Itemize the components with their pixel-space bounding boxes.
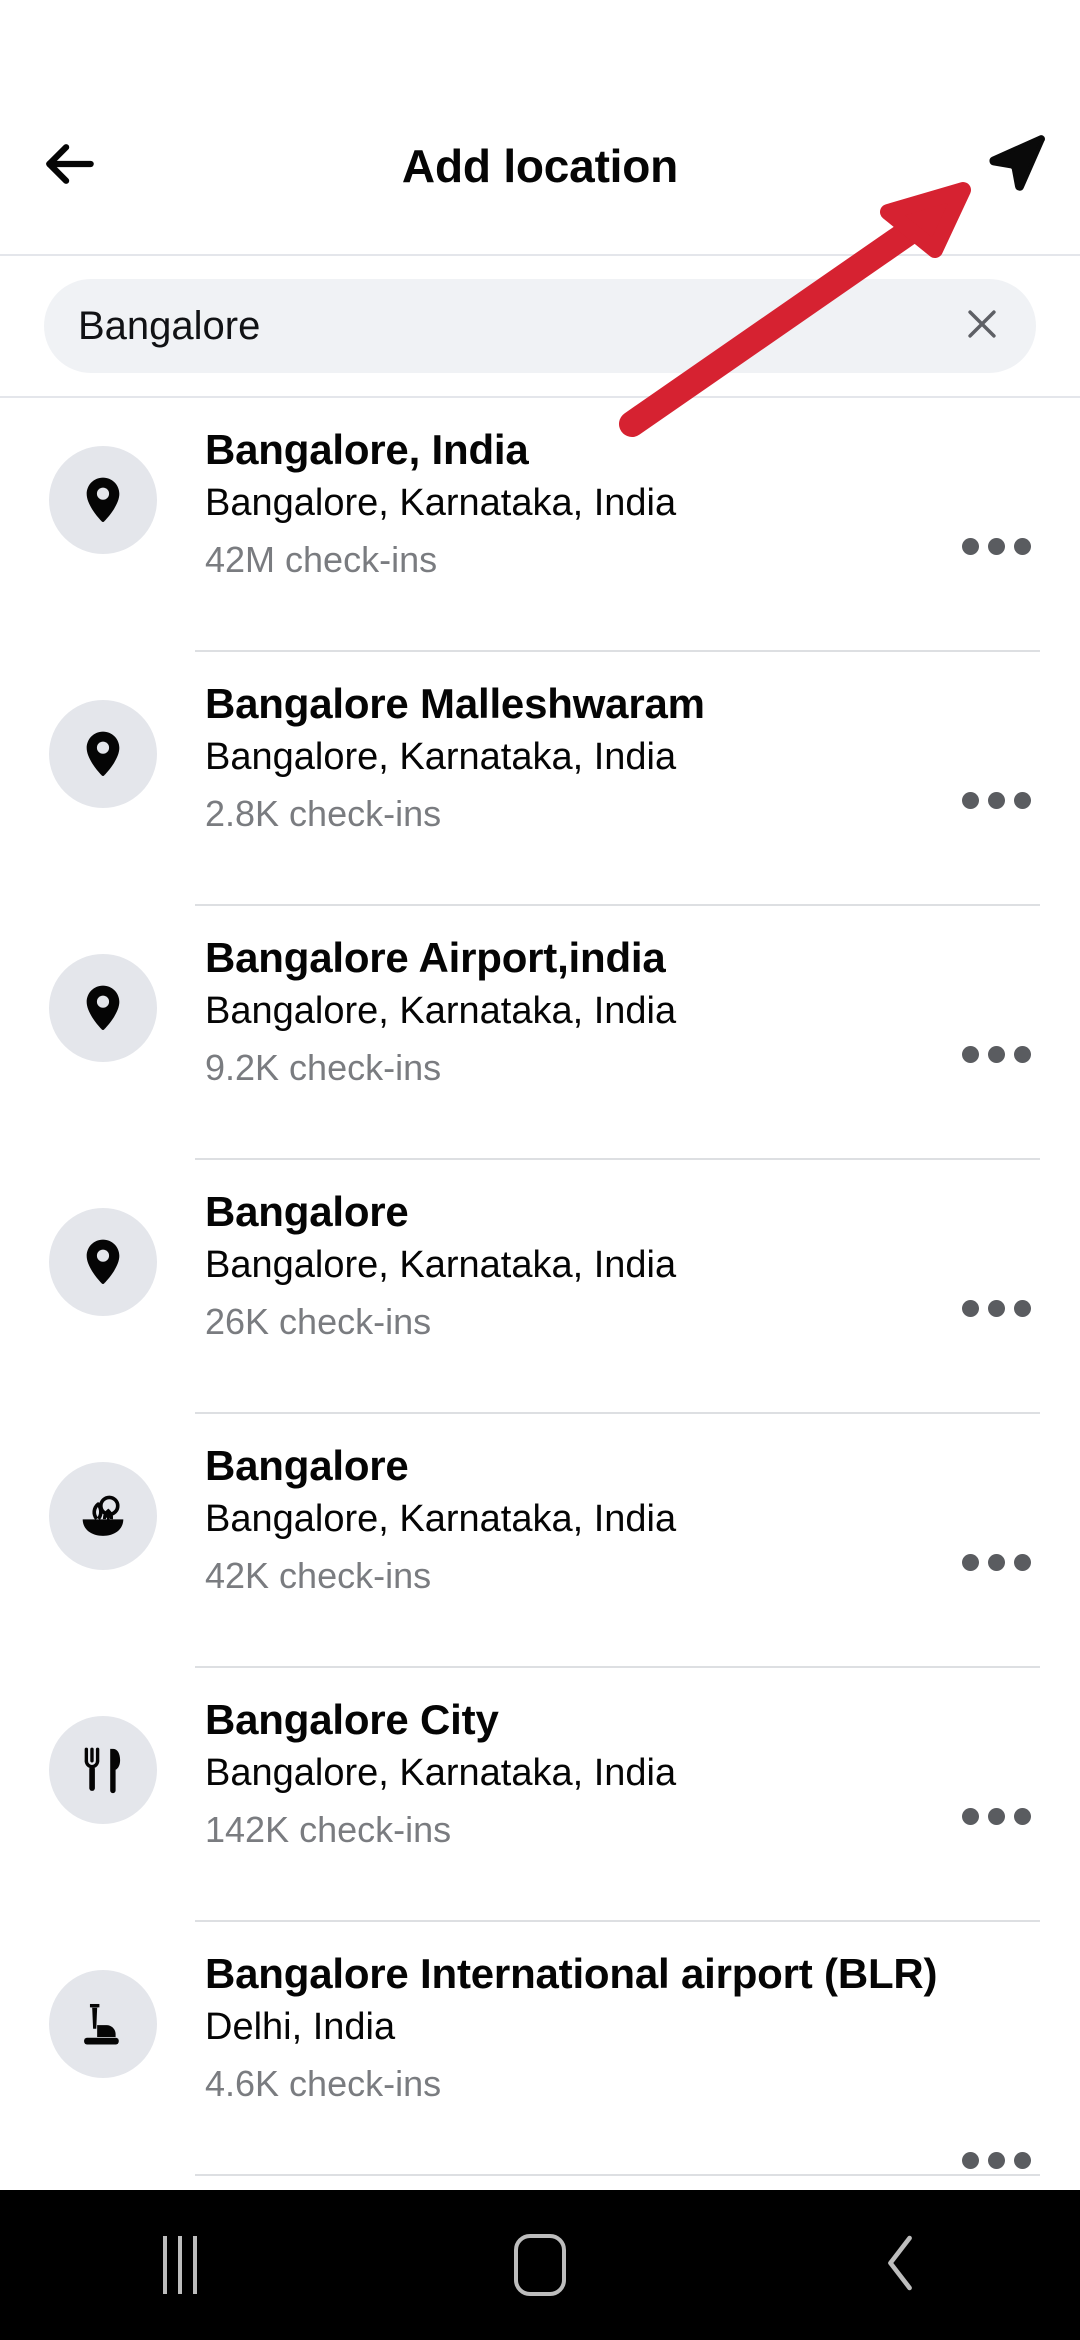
more-options-icon xyxy=(1013,1553,1031,1571)
result-name: Bangalore xyxy=(205,1188,409,1235)
result-address: Bangalore, Karnataka, India xyxy=(205,1752,677,1795)
result-name: Bangalore City xyxy=(205,1696,499,1743)
more-options-icon xyxy=(987,791,1005,809)
result-name: Bangalore xyxy=(205,1442,409,1489)
location-pin-icon xyxy=(48,700,157,808)
result-icon-container xyxy=(0,678,205,808)
fork-knife-icon xyxy=(48,1716,157,1824)
more-options-button[interactable] xyxy=(954,1786,1038,1846)
result-address: Bangalore, Karnataka, India xyxy=(205,736,677,779)
result-name: Bangalore, India xyxy=(205,426,529,473)
more-options-icon xyxy=(961,1553,979,1571)
system-back-button[interactable] xyxy=(810,2210,990,2320)
list-item[interactable]: Bangalore Bangalore, Karnataka, India 26… xyxy=(0,1160,1080,1414)
more-options-icon xyxy=(1013,1807,1031,1825)
page-title: Add location xyxy=(401,140,679,192)
result-name: Bangalore International airport (BLR) xyxy=(205,1950,938,1997)
android-navigation-bar xyxy=(0,2190,1080,2340)
location-pin-icon xyxy=(48,446,157,554)
result-icon-container xyxy=(0,424,205,554)
recents-icon xyxy=(163,2236,197,2294)
list-item[interactable]: Bangalore Malleshwaram Bangalore, Karnat… xyxy=(0,652,1080,906)
list-item[interactable]: Bangalore Airport,india Bangalore, Karna… xyxy=(0,906,1080,1160)
list-item[interactable]: Bangalore, India Bangalore, Karnataka, I… xyxy=(0,398,1080,652)
result-icon-container xyxy=(0,932,205,1062)
use-current-location-button[interactable] xyxy=(974,123,1060,209)
more-options-button[interactable] xyxy=(954,1532,1038,1592)
more-options-icon xyxy=(1013,537,1031,555)
back-button[interactable] xyxy=(28,124,112,208)
result-checkins: 4.6K check-ins xyxy=(205,2062,442,2104)
search-input[interactable]: Bangalore xyxy=(44,279,1036,373)
list-item[interactable]: Bangalore Bangalore, Karnataka, India 42… xyxy=(0,1414,1080,1668)
search-bar-container: Bangalore xyxy=(0,256,1080,398)
home-button[interactable] xyxy=(450,2210,630,2320)
home-icon xyxy=(514,2234,566,2296)
result-address: Delhi, India xyxy=(205,2006,396,2049)
result-checkins: 26K check-ins xyxy=(205,1300,432,1342)
more-options-button[interactable] xyxy=(954,770,1038,830)
result-checkins: 42K check-ins xyxy=(205,1554,432,1596)
close-icon xyxy=(960,302,1004,351)
more-options-icon xyxy=(1013,1299,1031,1317)
result-checkins: 2.8K check-ins xyxy=(205,792,442,834)
more-options-icon xyxy=(961,1807,979,1825)
clear-search-button[interactable] xyxy=(952,296,1012,356)
salad-bowl-icon xyxy=(48,1462,157,1570)
result-address: Bangalore, Karnataka, India xyxy=(205,482,677,525)
list-divider xyxy=(195,2174,1040,2176)
location-pin-icon xyxy=(48,1208,157,1316)
more-options-icon xyxy=(987,1553,1005,1571)
recents-button[interactable] xyxy=(90,2210,270,2320)
result-address: Bangalore, Karnataka, India xyxy=(205,1244,677,1287)
status-bar-spacer xyxy=(0,0,1080,78)
more-options-icon xyxy=(987,2151,1005,2169)
more-options-icon xyxy=(961,537,979,555)
more-options-icon xyxy=(987,1807,1005,1825)
app-screen: Add location Bangalore Bangalore, India … xyxy=(0,0,1080,2340)
more-options-icon xyxy=(1013,2151,1031,2169)
search-input-value: Bangalore xyxy=(78,304,261,348)
list-item[interactable]: Bangalore City Bangalore, Karnataka, Ind… xyxy=(0,1668,1080,1922)
more-options-button[interactable] xyxy=(954,516,1038,576)
result-checkins: 9.2K check-ins xyxy=(205,1046,442,1088)
more-options-icon xyxy=(961,1045,979,1063)
result-checkins: 142K check-ins xyxy=(205,1808,452,1850)
more-options-icon xyxy=(961,1299,979,1317)
more-options-icon xyxy=(1013,1045,1031,1063)
result-name: Bangalore Malleshwaram xyxy=(205,680,705,727)
more-options-icon xyxy=(987,1299,1005,1317)
more-options-button[interactable] xyxy=(954,2130,1038,2190)
more-options-icon xyxy=(961,2151,979,2169)
result-icon-container xyxy=(0,1440,205,1570)
more-options-icon xyxy=(987,537,1005,555)
arrow-left-icon xyxy=(39,133,101,200)
result-address: Bangalore, Karnataka, India xyxy=(205,990,677,1033)
app-header: Add location xyxy=(0,78,1080,256)
airport-tower-icon xyxy=(48,1970,157,2078)
more-options-icon xyxy=(1013,791,1031,809)
navigation-arrow-icon xyxy=(984,131,1050,202)
more-options-icon xyxy=(961,791,979,809)
more-options-button[interactable] xyxy=(954,1024,1038,1084)
result-icon-container xyxy=(0,1948,205,2078)
more-options-icon xyxy=(987,1045,1005,1063)
result-checkins: 42M check-ins xyxy=(205,538,438,580)
list-item[interactable]: Bangalore International airport (BLR) De… xyxy=(0,1922,1080,2176)
location-pin-icon xyxy=(48,954,157,1062)
result-icon-container xyxy=(0,1186,205,1316)
back-chevron-icon xyxy=(877,2232,923,2299)
result-icon-container xyxy=(0,1694,205,1824)
more-options-button[interactable] xyxy=(954,1278,1038,1338)
result-address: Bangalore, Karnataka, India xyxy=(205,1498,677,1541)
location-results-list: Bangalore, India Bangalore, Karnataka, I… xyxy=(0,398,1080,2176)
result-name: Bangalore Airport,india xyxy=(205,934,666,981)
